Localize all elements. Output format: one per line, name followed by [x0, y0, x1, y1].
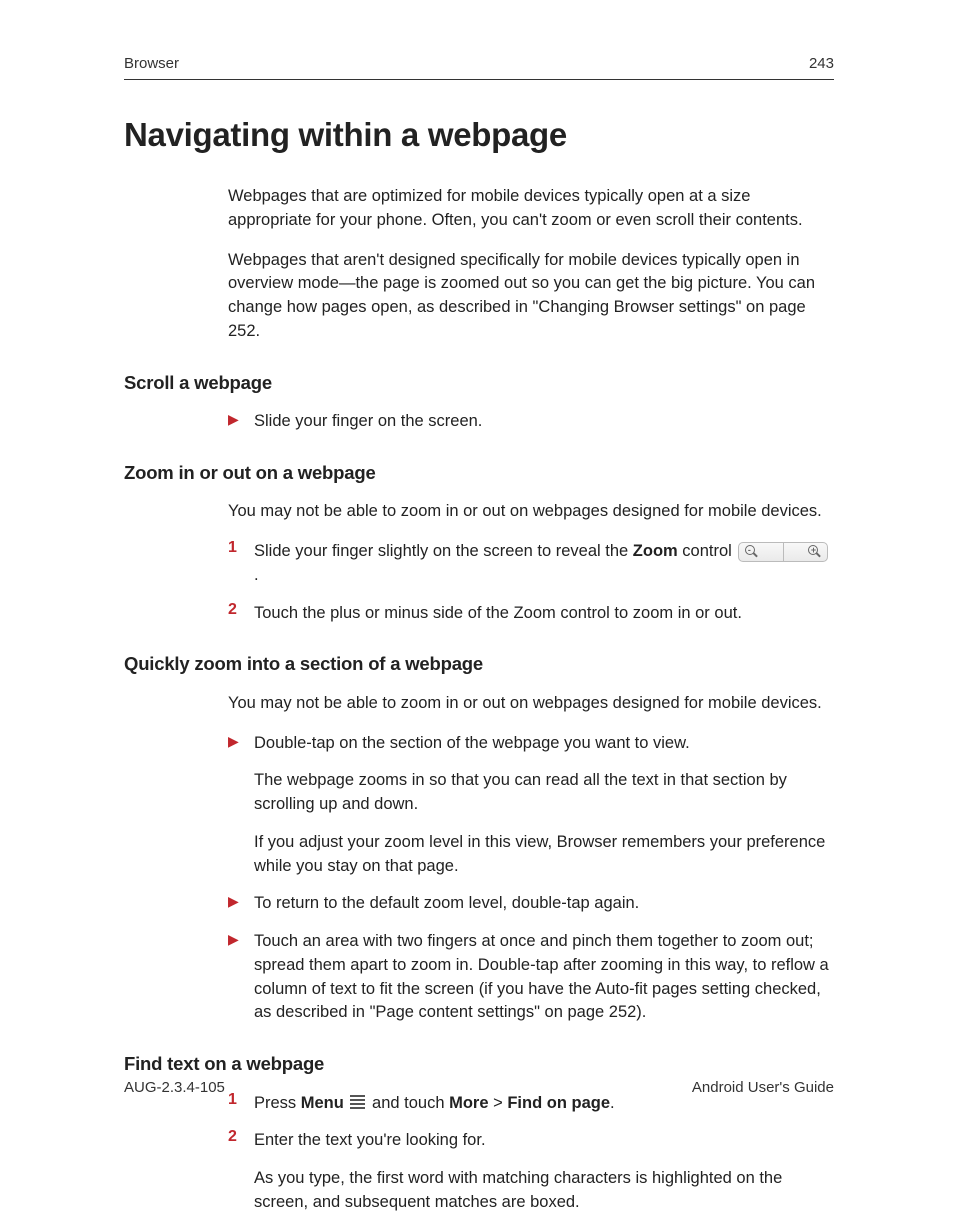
- list-item: ▶ Touch an area with two fingers at once…: [228, 930, 834, 1025]
- zoom-intro: You may not be able to zoom in or out on…: [228, 500, 834, 524]
- zoom-out-icon: -: [739, 543, 783, 561]
- find-steps: 1 Press Menu and touch More > Find on pa…: [228, 1092, 834, 1215]
- list-item: 2 Enter the text you're looking for.: [228, 1129, 834, 1153]
- text-fragment: control: [678, 542, 737, 560]
- text-bold: Zoom: [633, 542, 678, 560]
- section-heading-zoom: Zoom in or out on a webpage: [124, 464, 834, 483]
- step-number: 2: [228, 602, 240, 618]
- item-text: Double-tap on the section of the webpage…: [254, 732, 834, 756]
- text-bold: More: [449, 1094, 488, 1112]
- zoom-block: You may not be able to zoom in or out on…: [228, 500, 834, 524]
- page-title: Navigating within a webpage: [124, 118, 834, 151]
- bullet-triangle-icon: ▶: [228, 894, 240, 908]
- item-text: Slide your finger slightly on the screen…: [254, 540, 834, 588]
- list-item: ▶ To return to the default zoom level, d…: [228, 892, 834, 916]
- footer-left: AUG-2.3.4-105: [124, 1080, 225, 1095]
- list-item: ▶ Double-tap on the section of the webpa…: [228, 732, 834, 756]
- text-fragment: .: [254, 566, 259, 584]
- section-heading-quick-zoom: Quickly zoom into a section of a webpage: [124, 655, 834, 674]
- quick-list: ▶ Double-tap on the section of the webpa…: [228, 732, 834, 1026]
- zoom-steps: 1 Slide your finger slightly on the scre…: [228, 540, 834, 625]
- scroll-list: ▶ Slide your finger on the screen.: [228, 410, 834, 434]
- step-number: 1: [228, 540, 240, 556]
- bullet-triangle-icon: ▶: [228, 932, 240, 946]
- text-fragment: and touch: [367, 1094, 449, 1112]
- footer-right: Android User's Guide: [692, 1080, 834, 1095]
- text-fragment: Press: [254, 1094, 301, 1112]
- section-heading-find: Find text on a webpage: [124, 1055, 834, 1074]
- page-header: Browser 243: [124, 56, 834, 71]
- intro-paragraph: Webpages that are optimized for mobile d…: [228, 185, 834, 233]
- text-fragment: Slide your finger slightly on the screen…: [254, 542, 633, 560]
- menu-icon: [350, 1095, 365, 1109]
- bullet-triangle-icon: ▶: [228, 412, 240, 426]
- bullet-triangle-icon: ▶: [228, 734, 240, 748]
- quick-block: You may not be able to zoom in or out on…: [228, 692, 834, 716]
- header-section: Browser: [124, 56, 179, 71]
- quick-intro: You may not be able to zoom in or out on…: [228, 692, 834, 716]
- zoom-in-icon: +: [783, 543, 827, 561]
- list-item: 1 Slide your finger slightly on the scre…: [228, 540, 834, 588]
- item-text: Touch an area with two fingers at once a…: [254, 930, 834, 1025]
- sub-paragraph: The webpage zooms in so that you can rea…: [254, 769, 834, 817]
- header-page-number: 243: [809, 56, 834, 71]
- list-item: 2 Touch the plus or minus side of the Zo…: [228, 602, 834, 626]
- item-text: To return to the default zoom level, dou…: [254, 892, 834, 916]
- list-item: ▶ Slide your finger on the screen.: [228, 410, 834, 434]
- text-fragment: .: [610, 1094, 615, 1112]
- intro-paragraph: Webpages that aren't designed specifical…: [228, 249, 834, 344]
- step-number: 2: [228, 1129, 240, 1145]
- section-heading-scroll: Scroll a webpage: [124, 374, 834, 393]
- text-bold: Find on page: [507, 1094, 610, 1112]
- page-footer: AUG-2.3.4-105 Android User's Guide: [124, 1080, 834, 1095]
- sub-paragraph: If you adjust your zoom level in this vi…: [254, 831, 834, 879]
- text-bold: Menu: [301, 1094, 344, 1112]
- sub-paragraph: As you type, the first word with matchin…: [254, 1167, 834, 1215]
- header-rule: [124, 79, 834, 80]
- text-fragment: >: [489, 1094, 508, 1112]
- item-text: Touch the plus or minus side of the Zoom…: [254, 602, 834, 626]
- item-text: Slide your finger on the screen.: [254, 410, 834, 434]
- intro-block: Webpages that are optimized for mobile d…: [228, 185, 834, 344]
- item-text: Enter the text you're looking for.: [254, 1129, 834, 1153]
- zoom-control-icon: -+: [738, 542, 828, 562]
